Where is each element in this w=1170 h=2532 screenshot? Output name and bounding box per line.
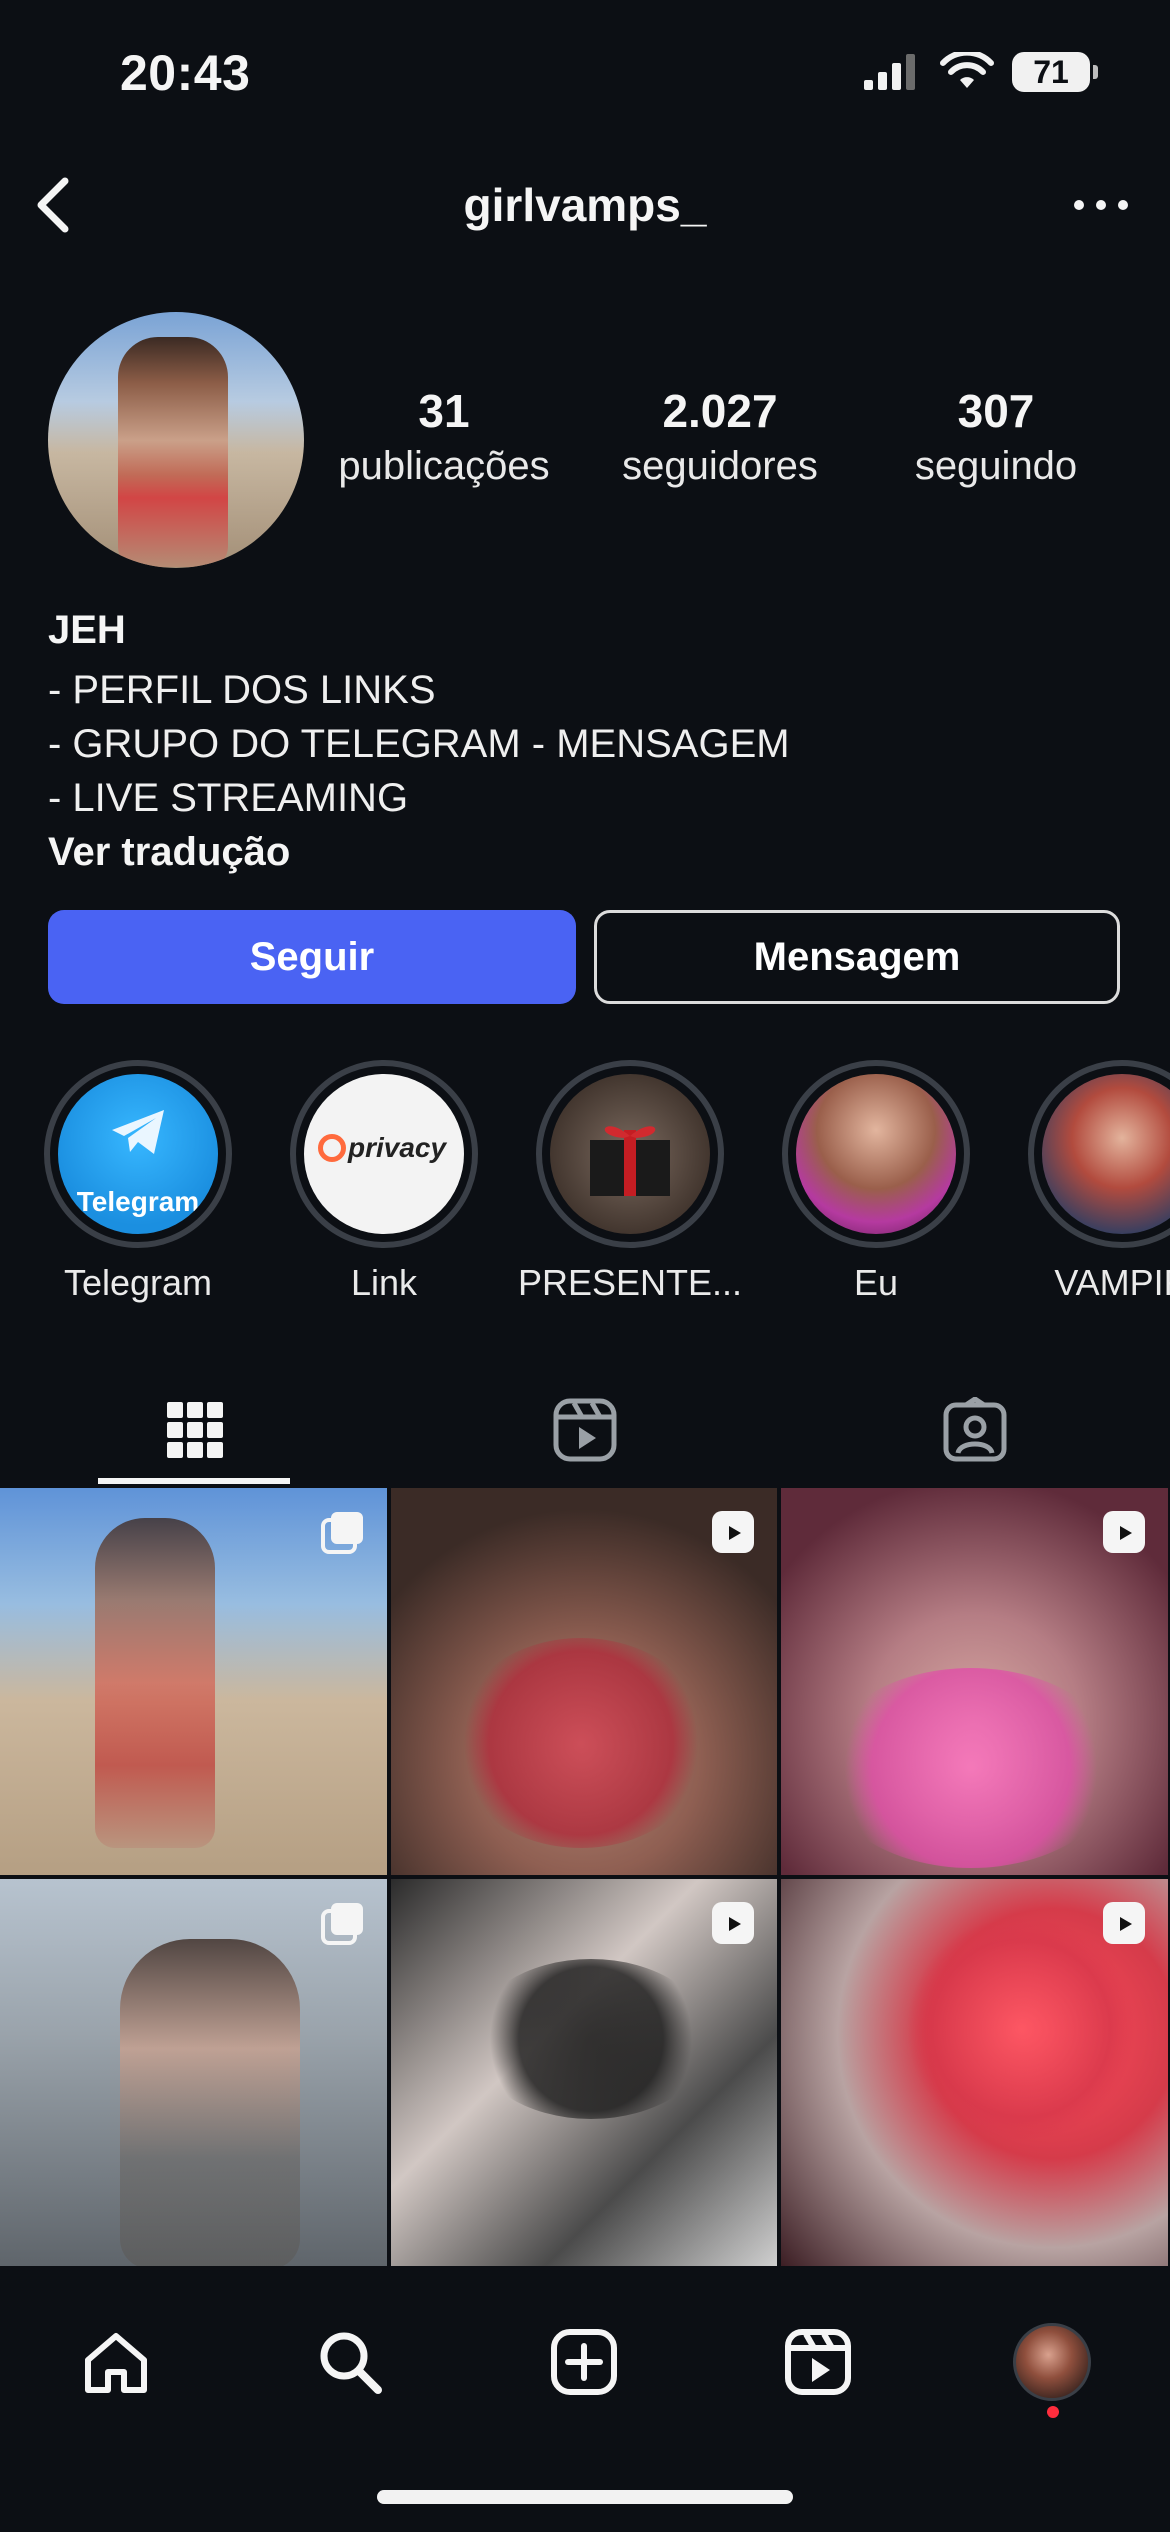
grid-post[interactable]	[0, 1488, 387, 1875]
tab-tagged[interactable]	[780, 1374, 1170, 1486]
highlight-cover	[796, 1074, 956, 1234]
grid-icon	[165, 1400, 225, 1460]
carousel-icon	[319, 1508, 367, 1556]
grid-post[interactable]	[391, 1879, 777, 2266]
highlight-ring	[536, 1060, 724, 1248]
tab-reels[interactable]	[390, 1374, 780, 1486]
home-indicator[interactable]	[377, 2490, 793, 2504]
battery-indicator: 71	[1012, 52, 1098, 92]
cellular-signal-icon	[862, 52, 922, 92]
see-translation-link[interactable]: Ver tradução	[48, 830, 290, 875]
grid-post[interactable]	[0, 1879, 387, 2266]
highlight-ring: privacy	[290, 1060, 478, 1248]
nav-create-button[interactable]	[534, 2312, 634, 2412]
highlight-badge-text: Telegram	[76, 1186, 200, 1217]
create-icon	[548, 2326, 620, 2398]
nav-profile-button[interactable]	[1002, 2312, 1102, 2412]
stat-count: 307	[957, 385, 1035, 437]
highlight-ring	[1028, 1060, 1170, 1248]
telegram-icon	[108, 1108, 168, 1158]
stat-label: seguindo	[914, 444, 1078, 488]
reel-icon	[709, 1508, 757, 1556]
highlight-title: VAMPIR	[1054, 1262, 1170, 1303]
reel-icon	[709, 1899, 757, 1947]
bio-line: - GRUPO DO TELEGRAM - MENSAGEM	[48, 722, 790, 766]
status-icons: 71	[862, 52, 1098, 92]
highlight-title: Link	[350, 1262, 418, 1303]
highlight-gift[interactable]: PRESENTE...	[510, 1060, 750, 1304]
gift-box-icon	[584, 1110, 676, 1198]
highlight-telegram[interactable]: Telegram Telegram	[18, 1060, 258, 1304]
follow-button[interactable]: Seguir	[48, 910, 576, 1004]
highlight-cover	[1042, 1074, 1170, 1234]
stat-count: 31	[418, 385, 470, 437]
home-icon	[80, 2326, 152, 2398]
highlight-cover	[550, 1074, 710, 1234]
more-options-button[interactable]	[1066, 170, 1136, 240]
stat-followers[interactable]: 2.027 seguidores	[600, 384, 840, 489]
profile-avatar[interactable]	[48, 312, 304, 568]
nav-reels-button[interactable]	[768, 2312, 868, 2412]
highlight-badge-text: privacy	[348, 1132, 447, 1163]
reels-icon	[552, 1397, 618, 1463]
bio-line: - LIVE STREAMING	[48, 776, 409, 820]
nav-home-button[interactable]	[66, 2312, 166, 2412]
battery-level: 71	[1033, 53, 1069, 90]
stat-count: 2.027	[662, 385, 778, 437]
stat-label: seguidores	[622, 444, 818, 488]
ellipsis-icon	[1071, 197, 1131, 213]
grid-post[interactable]	[781, 1879, 1168, 2266]
profile-username: girlvamps_	[463, 179, 707, 231]
notification-dot	[1047, 2406, 1059, 2418]
reel-icon	[1100, 1899, 1148, 1947]
highlight-ring: Telegram	[44, 1060, 232, 1248]
stat-posts[interactable]: 31 publicações	[324, 384, 564, 489]
highlight-ring	[782, 1060, 970, 1248]
nav-search-button[interactable]	[300, 2312, 400, 2412]
highlight-vampir[interactable]: VAMPIR	[1002, 1060, 1170, 1304]
highlight-title: Telegram	[63, 1262, 213, 1303]
wifi-icon	[940, 52, 994, 92]
highlight-title: Eu	[853, 1262, 899, 1303]
stat-label: publicações	[338, 444, 550, 488]
active-tab-indicator	[98, 1478, 290, 1484]
reels-icon	[782, 2326, 854, 2398]
avatar-photo	[118, 337, 228, 567]
stat-following[interactable]: 307 seguindo	[876, 384, 1116, 489]
carousel-icon	[319, 1899, 367, 1947]
profile-name: JEH	[48, 608, 126, 652]
message-button[interactable]: Mensagem	[594, 910, 1120, 1004]
bio-line: - PERFIL DOS LINKS	[48, 668, 436, 712]
search-icon	[314, 2326, 386, 2398]
highlight-link[interactable]: privacy Link	[264, 1060, 504, 1304]
tab-posts-grid[interactable]	[0, 1374, 390, 1486]
posts-grid	[0, 1488, 1170, 2282]
reel-icon	[1100, 1508, 1148, 1556]
profile-tabs	[0, 1374, 1170, 1486]
privacy-logo-icon	[318, 1134, 346, 1162]
highlight-cover: Telegram	[58, 1074, 218, 1234]
status-time: 20:43	[120, 45, 251, 101]
grid-post[interactable]	[391, 1488, 777, 1875]
grid-post[interactable]	[781, 1488, 1168, 1875]
highlight-cover: privacy	[304, 1074, 464, 1234]
highlight-title: PRESENTE...	[517, 1262, 743, 1303]
tagged-icon	[942, 1397, 1008, 1463]
profile-avatar-icon	[1013, 2323, 1091, 2401]
highlight-eu[interactable]: Eu	[756, 1060, 996, 1304]
